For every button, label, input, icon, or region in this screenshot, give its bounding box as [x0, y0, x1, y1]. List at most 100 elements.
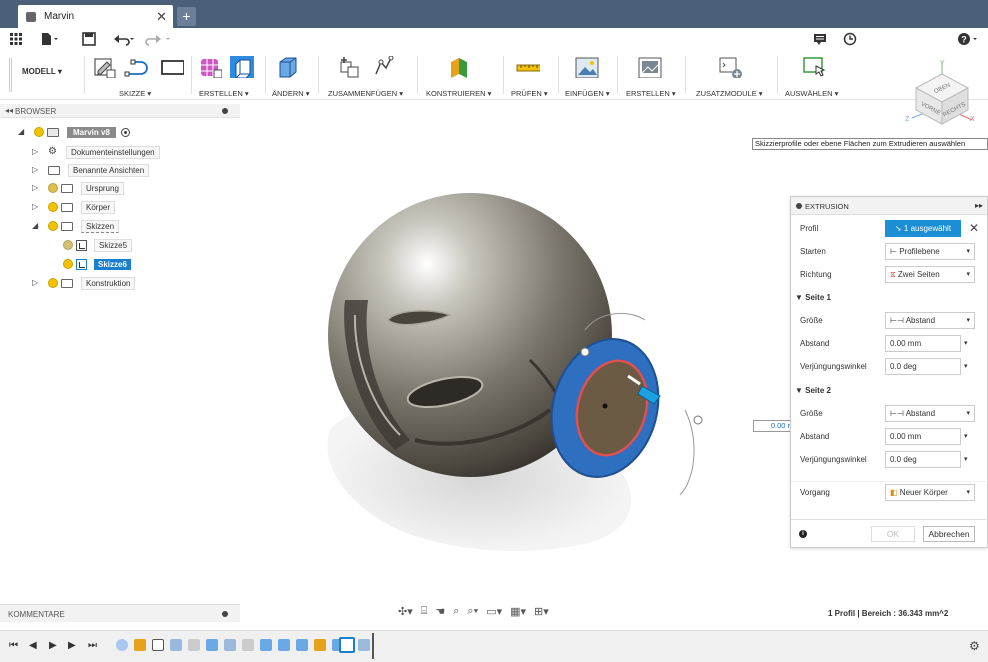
orbit-icon[interactable]: ✣▾	[398, 605, 413, 621]
step-back-button[interactable]: ◀	[29, 640, 37, 651]
tab-close-button[interactable]: ✕	[156, 9, 167, 25]
expand-triangle-icon[interactable]: ▷	[32, 166, 40, 174]
visibility-bulb-icon[interactable]	[48, 183, 58, 193]
timeline-feature-move[interactable]	[242, 639, 254, 651]
tree-item-sketch6[interactable]: Skizze6	[63, 257, 131, 271]
expand-dialog-icon[interactable]: ▸▸	[975, 201, 983, 210]
make-menu[interactable]: ERSTELLEN ▾	[626, 89, 676, 98]
construct-plane-icon[interactable]	[448, 56, 472, 78]
browser-panel-header[interactable]: ◂◂ BROWSER	[0, 104, 240, 118]
section-side1[interactable]: ▼ Seite 1	[791, 287, 988, 309]
visibility-bulb-icon[interactable]	[63, 259, 73, 269]
tree-item-bodies[interactable]: ▷ Körper	[32, 200, 116, 214]
play-button[interactable]: ▶	[49, 640, 57, 651]
modify-menu[interactable]: ÄNDERN ▾	[272, 89, 310, 98]
timeline-settings-icon[interactable]: ⚙	[969, 639, 980, 653]
tree-item-named-views[interactable]: ▷ Benannte Ansichten	[32, 163, 150, 177]
pan-icon[interactable]: ☚	[435, 605, 445, 621]
chevron-down-icon[interactable]: ▾	[964, 339, 968, 347]
expand-triangle-icon[interactable]: ▷	[32, 279, 40, 287]
taper2-input[interactable]: 0.0 deg	[885, 451, 961, 468]
create-sketch-icon[interactable]	[93, 56, 117, 78]
create-menu[interactable]: ERSTELLEN ▾	[199, 89, 249, 98]
visibility-bulb-icon[interactable]	[48, 202, 58, 212]
timeline-feature-modify[interactable]	[206, 639, 218, 651]
zoom-icon[interactable]: ⌕	[453, 605, 459, 621]
timeline-feature-sketch-active[interactable]	[339, 637, 355, 653]
tree-item-origin[interactable]: ▷ Ursprung	[32, 181, 124, 195]
display-settings-icon[interactable]: ▭▾	[486, 605, 502, 621]
modify-icon[interactable]	[276, 56, 300, 78]
timeline-feature-move[interactable]	[188, 639, 200, 651]
go-to-end-button[interactable]: ⏭	[88, 640, 97, 651]
model-viewport[interactable]	[300, 150, 720, 570]
visibility-bulb-icon[interactable]	[63, 240, 73, 250]
manipulator-handle[interactable]	[580, 347, 590, 357]
notifications-icon[interactable]	[813, 32, 827, 46]
section-side2[interactable]: ▼ Seite 2	[791, 380, 988, 402]
info-icon[interactable]: i	[799, 530, 807, 538]
step-forward-button[interactable]: ▶	[68, 640, 76, 651]
fit-icon[interactable]: ⌕▾	[467, 605, 478, 621]
apps-grid-icon[interactable]	[9, 32, 23, 46]
timeline-feature-plane[interactable]	[134, 639, 146, 651]
tree-item-document-settings[interactable]: ▷ ⚙ Dokumenteinstellungen	[32, 145, 160, 159]
document-tab[interactable]: Marvin ✕	[18, 5, 173, 28]
browser-pin-icon[interactable]	[222, 108, 228, 114]
go-to-start-button[interactable]: ⏮	[9, 640, 18, 651]
redo-icon[interactable]	[144, 32, 172, 46]
tree-item-construction[interactable]: ▷ Konstruktion	[32, 276, 136, 290]
expand-triangle-icon[interactable]: ▷	[32, 148, 40, 156]
operation-dropdown[interactable]: ◧ Neuer Körper ▾	[885, 484, 975, 501]
extent1-dropdown[interactable]: ⊢⊣ Abstand ▾	[885, 312, 975, 329]
distance1-input[interactable]: 0.00 mm	[885, 335, 961, 352]
start-dropdown[interactable]: ⊢ Profilebene ▾	[885, 243, 975, 260]
scripts-addins-icon[interactable]	[718, 56, 742, 78]
tree-root[interactable]: ◢ Marvin v8	[18, 125, 130, 139]
activate-radio-icon[interactable]	[120, 127, 130, 137]
visibility-bulb-icon[interactable]	[48, 278, 58, 288]
timeline-feature-extrude[interactable]	[224, 639, 236, 651]
create-form-icon[interactable]	[198, 56, 222, 78]
expand-triangle-icon[interactable]: ▷	[32, 203, 40, 211]
timeline-feature-modify[interactable]	[260, 639, 272, 651]
select-menu[interactable]: AUSWÄHLEN ▾	[785, 89, 838, 98]
timeline-feature-fillet[interactable]	[278, 639, 290, 651]
expand-triangle-icon[interactable]: ▷	[32, 184, 40, 192]
tree-item-sketches[interactable]: ◢ Skizzen	[32, 219, 120, 233]
extrusion-dialog-header[interactable]: EXTRUSION ▸▸	[791, 197, 987, 215]
timeline-feature-extrude[interactable]	[170, 639, 182, 651]
cancel-button[interactable]: Abbrechen	[923, 526, 975, 542]
timeline-feature-shell[interactable]	[296, 639, 308, 651]
tree-item-sketch5[interactable]: Skizze5	[63, 238, 133, 252]
profile-selection-button[interactable]: ➘ 1 ausgewählt	[885, 220, 961, 237]
sketch-menu[interactable]: SKIZZE ▾	[119, 89, 151, 98]
new-component-icon[interactable]	[339, 56, 363, 78]
timeline-marker[interactable]	[372, 633, 374, 659]
insert-menu[interactable]: EINFÜGEN ▾	[565, 89, 610, 98]
visibility-bulb-icon[interactable]	[34, 127, 44, 137]
select-icon[interactable]	[802, 56, 826, 78]
clear-selection-icon[interactable]: ✕	[969, 221, 979, 235]
line-spline-icon[interactable]	[124, 56, 148, 78]
distance2-input[interactable]: 0.00 mm	[885, 428, 961, 445]
collapse-triangle-icon[interactable]: ◢	[18, 128, 26, 136]
history-clock-icon[interactable]	[843, 32, 857, 46]
file-menu-icon[interactable]	[40, 32, 60, 46]
viewports-icon[interactable]: ⊞▾	[534, 605, 549, 621]
chevron-down-icon[interactable]: ▾	[964, 455, 968, 463]
chevron-down-icon[interactable]: ▾	[964, 362, 968, 370]
joint-icon[interactable]	[373, 56, 397, 78]
extent2-dropdown[interactable]: ⊢⊣ Abstand ▾	[885, 405, 975, 422]
chevron-down-icon[interactable]: ▾	[964, 432, 968, 440]
measure-icon[interactable]	[516, 56, 540, 78]
ok-button[interactable]: OK	[871, 526, 915, 542]
viewcube[interactable]: OBEN VORNE RECHTS Y X Z	[902, 58, 982, 128]
save-icon[interactable]	[82, 32, 96, 46]
addins-menu[interactable]: ZUSATZMODULE ▾	[696, 89, 763, 98]
inspect-menu[interactable]: PRÜFEN ▾	[511, 89, 548, 98]
rectangle-icon[interactable]	[160, 56, 184, 78]
taper1-input[interactable]: 0.0 deg	[885, 358, 961, 375]
timeline-feature-sphere[interactable]	[116, 639, 128, 651]
dialog-pin-icon[interactable]	[796, 203, 802, 209]
